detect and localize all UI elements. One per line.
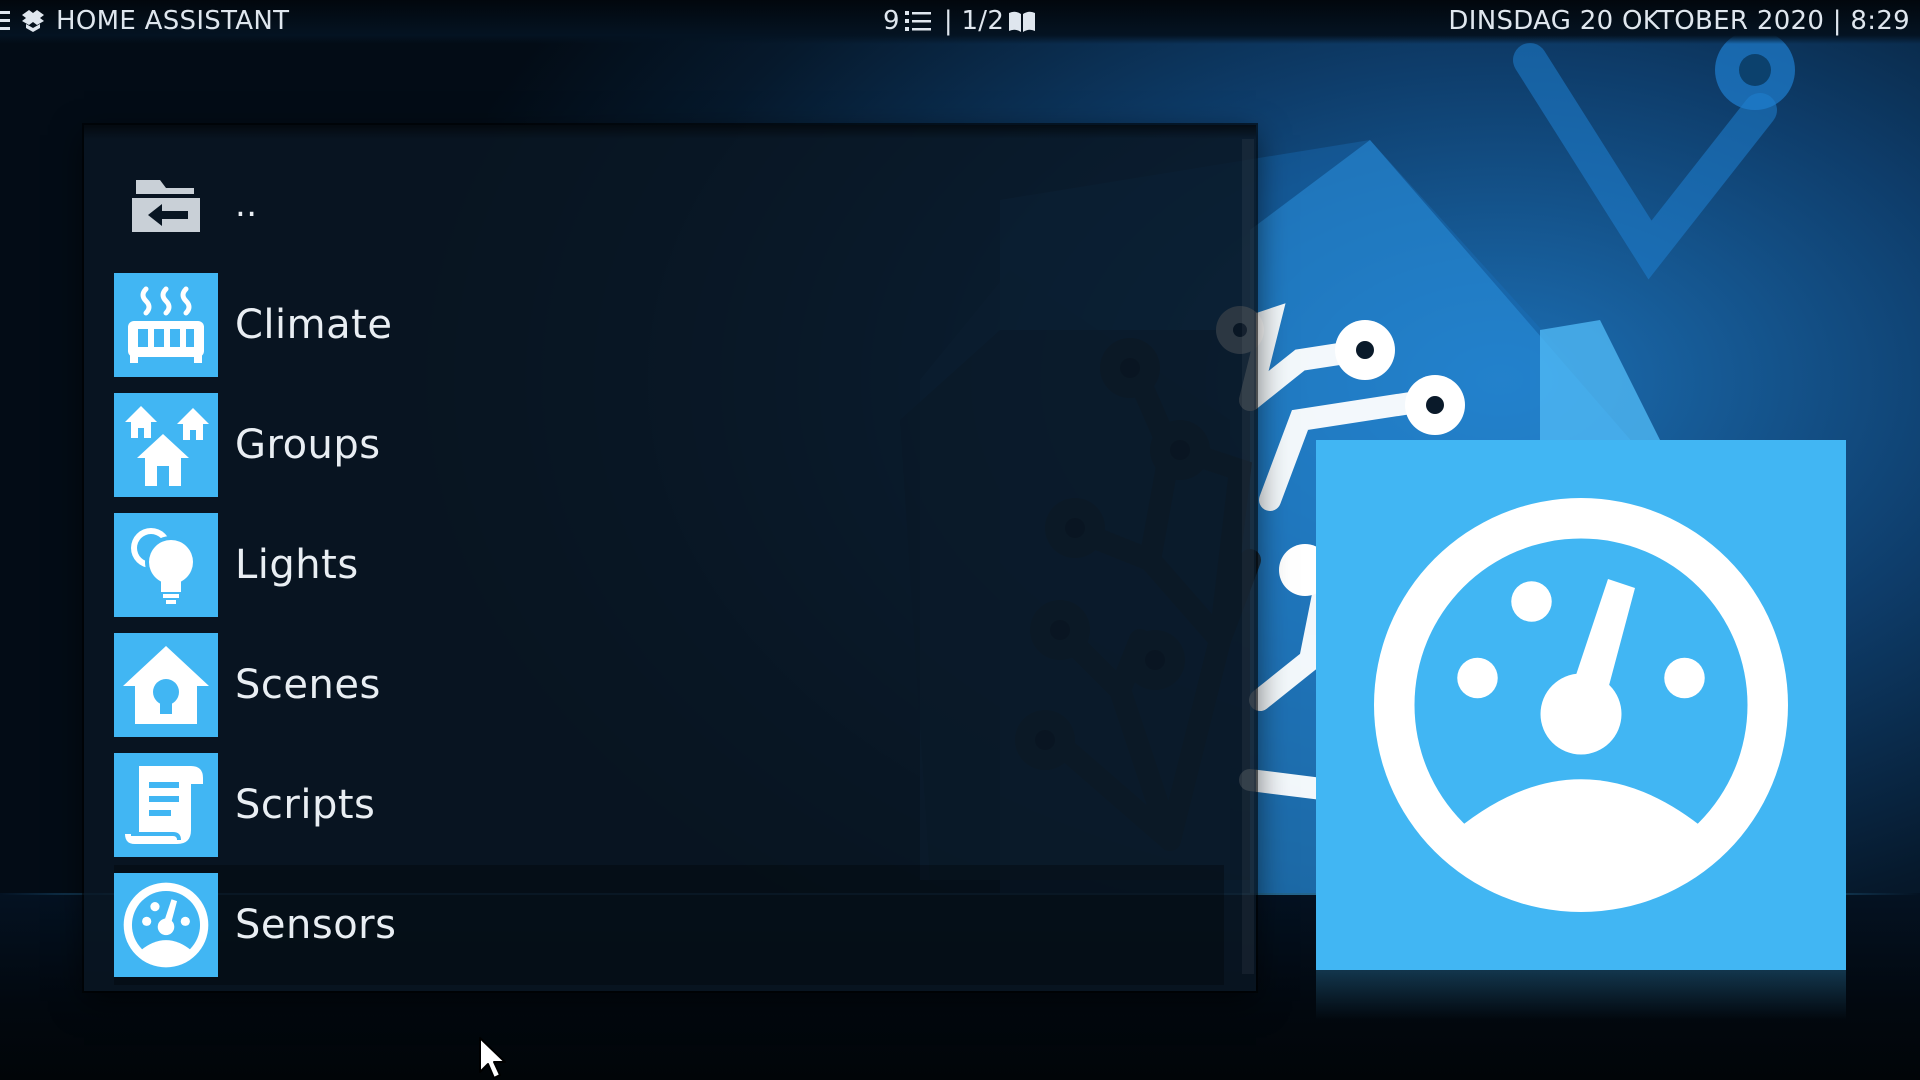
list-icon bbox=[904, 11, 931, 31]
list-item-sensors[interactable]: Sensors bbox=[114, 865, 1224, 985]
item-list: .. Climate Groups Lights Scenes Scripts … bbox=[114, 145, 1224, 985]
date-time: DINSDAG 20 OKTOBER 2020 | 8:29 bbox=[1448, 6, 1910, 36]
list-item-label: Climate bbox=[235, 302, 393, 348]
list-panel: .. Climate Groups Lights Scenes Scripts … bbox=[84, 125, 1256, 991]
list-item-groups[interactable]: Groups bbox=[114, 385, 1224, 505]
menu-icon[interactable] bbox=[0, 9, 10, 33]
script-icon bbox=[114, 753, 218, 857]
item-count: 9 bbox=[883, 6, 900, 36]
page-indicator: | 1/2 bbox=[943, 6, 1005, 36]
list-item-lights[interactable]: Lights bbox=[114, 505, 1224, 625]
houses-icon bbox=[114, 393, 218, 497]
selected-item-preview bbox=[1316, 440, 1846, 970]
gauge-icon bbox=[1374, 498, 1788, 912]
top-bar-center: 9 | 1/2 bbox=[883, 6, 1036, 36]
app-title: HOME ASSISTANT bbox=[56, 6, 290, 36]
list-item-label: Scripts bbox=[235, 782, 376, 828]
folder-back-icon bbox=[114, 153, 218, 257]
list-item-scripts[interactable]: Scripts bbox=[114, 745, 1224, 865]
addon-box-icon bbox=[22, 10, 44, 32]
list-item-climate[interactable]: Climate bbox=[114, 265, 1224, 385]
list-item-label: Groups bbox=[235, 422, 381, 468]
home-lightbulb-icon bbox=[114, 633, 218, 737]
list-item-label: .. bbox=[235, 185, 258, 225]
mouse-cursor-icon bbox=[479, 1037, 506, 1079]
preview-reflection bbox=[1316, 970, 1846, 1020]
list-item-scenes[interactable]: Scenes bbox=[114, 625, 1224, 745]
radiator-icon bbox=[114, 273, 218, 377]
book-icon bbox=[1009, 11, 1036, 32]
top-bar-left: HOME ASSISTANT bbox=[0, 6, 289, 36]
list-item-parent-folder[interactable]: .. bbox=[114, 145, 1224, 265]
lightbulbs-icon bbox=[114, 513, 218, 617]
top-bar: HOME ASSISTANT 9 | 1/2 DINSDAG 20 OKTOBE… bbox=[0, 0, 1920, 44]
list-item-label: Scenes bbox=[235, 662, 381, 708]
list-item-label: Lights bbox=[235, 542, 359, 588]
list-item-label: Sensors bbox=[235, 902, 397, 948]
gauge-icon bbox=[114, 873, 218, 977]
top-bar-right: DINSDAG 20 OKTOBER 2020 | 8:29 bbox=[1448, 6, 1910, 36]
panel-top-shadow bbox=[84, 125, 1256, 139]
scrollbar[interactable] bbox=[1242, 139, 1254, 974]
